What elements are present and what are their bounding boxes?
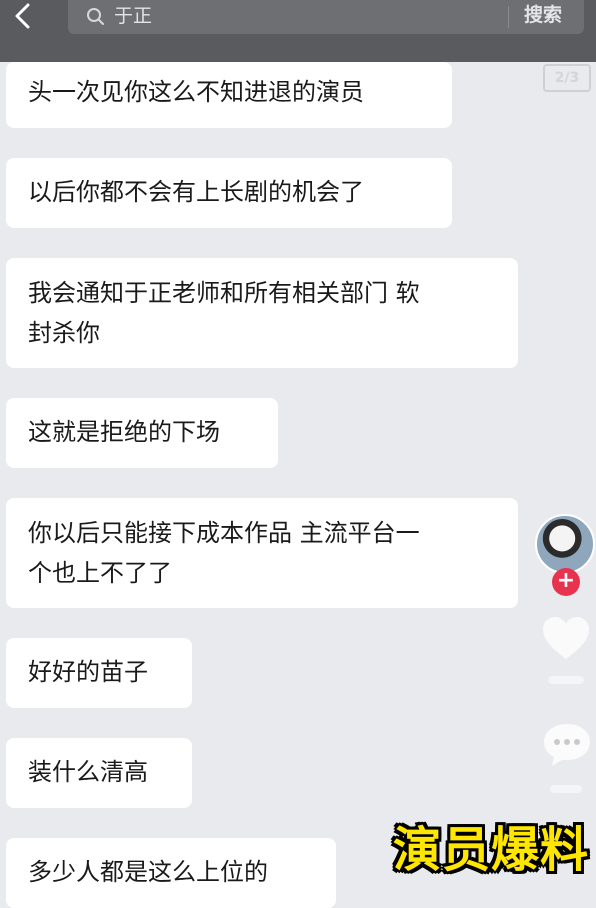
message-line: 头一次见你这么不知进退的演员 bbox=[28, 78, 364, 106]
message-line: 封杀你 bbox=[28, 319, 100, 347]
message-line: 我会通知于正老师和所有相关部门 软 bbox=[28, 279, 420, 307]
back-button[interactable] bbox=[8, 0, 40, 34]
message-line: 个也上不了了 bbox=[28, 559, 172, 587]
top-search-bar: 于正 搜索 bbox=[0, 0, 596, 62]
heart-icon[interactable] bbox=[540, 614, 592, 662]
page-indicator: 2/3 bbox=[543, 64, 591, 92]
watermark-logo: 演员爆料 bbox=[392, 822, 589, 878]
chat-bubble: 我会通知于正老师和所有相关部门 软 封杀你 bbox=[6, 258, 518, 368]
message-line: 好好的苗子 bbox=[28, 658, 148, 686]
chat-bubble: 这就是拒绝的下场 bbox=[6, 398, 278, 468]
message-line: 这就是拒绝的下场 bbox=[28, 418, 220, 446]
chat-bubble: 头一次见你这么不知进退的演员 bbox=[6, 62, 452, 128]
comment-count-placeholder bbox=[550, 785, 582, 793]
chat-bubble: 以后你都不会有上长剧的机会了 bbox=[6, 158, 452, 228]
message-line: 装什么清高 bbox=[28, 758, 148, 786]
search-query: 于正 bbox=[114, 5, 153, 27]
follow-button[interactable]: + bbox=[552, 568, 580, 596]
message-line: 以后你都不会有上长剧的机会了 bbox=[28, 178, 364, 206]
chat-bubble: 多少人都是这么上位的 bbox=[6, 838, 336, 908]
like-count-placeholder bbox=[548, 676, 584, 684]
back-arrow-icon bbox=[15, 3, 30, 29]
chat-bubble: 好好的苗子 bbox=[6, 638, 192, 708]
comment-icon[interactable] bbox=[540, 720, 594, 770]
search-divider bbox=[508, 6, 509, 28]
search-button[interactable]: 搜索 bbox=[524, 2, 562, 28]
search-input[interactable]: 于正 搜索 bbox=[68, 0, 584, 34]
chat-bubble: 你以后只能接下成本作品 主流平台一 个也上不了了 bbox=[6, 498, 518, 608]
chat-bubble: 装什么清高 bbox=[6, 738, 192, 808]
avatar[interactable] bbox=[535, 514, 595, 574]
message-line: 多少人都是这么上位的 bbox=[28, 858, 268, 886]
search-icon bbox=[87, 8, 104, 25]
message-line: 你以后只能接下成本作品 主流平台一 bbox=[28, 519, 420, 547]
